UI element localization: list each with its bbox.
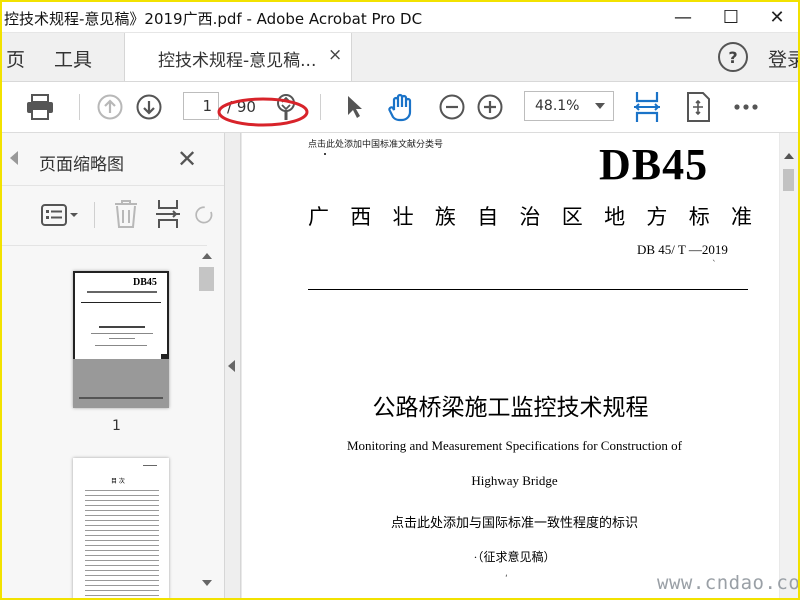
- fit-page-icon[interactable]: [632, 90, 662, 124]
- thumbnail-page-2[interactable]: 目 次: [73, 458, 169, 598]
- header-rule: [308, 289, 748, 290]
- thumbnail-text-line: [109, 338, 135, 339]
- text-mark: ‘: [505, 574, 508, 584]
- scroll-up-arrow-icon[interactable]: [202, 253, 212, 259]
- thumbnail-text-line: [87, 291, 157, 293]
- panel-separator: [94, 202, 95, 228]
- close-window-button[interactable]: ✕: [754, 2, 798, 32]
- region-standard-heading: 广 西 壮 族 自 治 区 地 方 标 准: [308, 205, 752, 229]
- print-icon[interactable]: [24, 92, 56, 122]
- zoom-out-icon[interactable]: [438, 93, 466, 121]
- select-cursor-icon[interactable]: [342, 92, 366, 122]
- thumbnail-db-code: DB45: [133, 277, 157, 288]
- chevron-down-icon: [595, 103, 605, 109]
- document-title-cn: 公路桥梁施工监控技术规程: [372, 395, 649, 420]
- thumbnail-text-line: [95, 345, 147, 346]
- thumbnail-toc-lines: [85, 488, 159, 598]
- menu-home[interactable]: 页: [6, 45, 25, 72]
- scroll-up-arrow-icon[interactable]: [784, 153, 794, 159]
- zoom-in-icon[interactable]: [476, 93, 504, 121]
- insert-page-icon[interactable]: [154, 198, 182, 230]
- thumbnail-page-number: 1: [112, 418, 121, 434]
- text-cursor-dot: [324, 153, 326, 155]
- rotate-page-icon[interactable]: [194, 200, 214, 230]
- main-toolbar: 1 / 90 48.1%: [2, 82, 798, 133]
- document-scrollbar[interactable]: [780, 133, 798, 598]
- more-options-icon[interactable]: [732, 100, 760, 114]
- thumbnail-scrollbar[interactable]: [198, 249, 215, 597]
- delete-page-icon[interactable]: [112, 198, 140, 230]
- document-scroll-thumb[interactable]: [783, 169, 794, 191]
- document-tab-close-button[interactable]: ×: [328, 45, 342, 65]
- panel-collapse-arrow-icon[interactable]: [10, 151, 18, 165]
- zoom-level-value: 48.1%: [535, 98, 580, 114]
- next-page-icon[interactable]: [135, 93, 163, 121]
- document-tab-label: 控技术规程-意见稿...: [158, 51, 317, 71]
- thumbnail-options-icon[interactable]: [40, 200, 80, 230]
- thumbnail-text-line: [143, 465, 157, 466]
- thumbnail-text-line: [79, 397, 163, 399]
- text-mark: `: [712, 260, 717, 270]
- pdf-page: 点击此处添加中国标准文献分类号 DB45 广 西 壮 族 自 治 区 地 方 标…: [242, 133, 779, 598]
- red-annotation-ellipse: [217, 97, 309, 127]
- thumbnail-gray-overlay: [73, 359, 169, 408]
- document-title-en-line2: Highway Bridge: [471, 473, 558, 488]
- minimize-button[interactable]: —: [660, 2, 706, 32]
- consistency-placeholder[interactable]: 点击此处添加与国际标准一致性程度的标识: [242, 512, 787, 531]
- classification-placeholder[interactable]: 点击此处添加中国标准文献分类号: [308, 137, 443, 150]
- panel-title: 页面缩略图: [39, 155, 124, 175]
- page-number-input[interactable]: 1: [183, 92, 219, 120]
- full-screen-icon[interactable]: [684, 91, 712, 123]
- login-link[interactable]: 登录: [768, 45, 798, 72]
- thumbnail-text-line: [99, 326, 145, 328]
- maximize-button[interactable]: ☐: [708, 2, 754, 32]
- toolbar-separator: [79, 94, 80, 120]
- site-watermark: www.cndao.com: [657, 572, 800, 594]
- thumbnail-list[interactable]: DB45 1 目 次: [2, 245, 207, 598]
- zoom-level-select[interactable]: 48.1%: [524, 91, 614, 121]
- draft-status-note: ·（征求意见稿）: [473, 550, 556, 564]
- document-tab[interactable]: 控技术规程-意见稿... ×: [124, 33, 352, 81]
- menu-tools[interactable]: 工具: [54, 45, 92, 72]
- thumbnail-page-1[interactable]: DB45: [73, 271, 169, 408]
- thumbnail-scroll-thumb[interactable]: [199, 267, 214, 291]
- panel-toolbar: [2, 185, 224, 244]
- standard-db-code: DB45: [599, 140, 709, 189]
- document-view[interactable]: 点击此处添加中国标准文献分类号 DB45 广 西 壮 族 自 治 区 地 方 标…: [241, 133, 798, 598]
- menu-bar: 页 工具 控技术规程-意见稿... × ? 登录: [2, 33, 798, 82]
- page-thumbnails-panel: 页面缩略图 ✕ DB45 1 目 次: [2, 133, 225, 598]
- scroll-down-arrow-icon[interactable]: [202, 580, 212, 586]
- standard-number: DB 45/ T —2019: [637, 242, 728, 257]
- help-icon[interactable]: ?: [718, 42, 748, 72]
- panel-close-button[interactable]: ✕: [177, 145, 197, 173]
- collapse-left-arrow-icon[interactable]: [228, 360, 235, 372]
- window-title: 控技术规程-意见稿》2019广西.pdf - Adobe Acrobat Pro…: [4, 10, 423, 28]
- previous-page-icon[interactable]: [96, 93, 124, 121]
- toolbar-separator: [320, 94, 321, 120]
- pane-resize-handle[interactable]: [225, 133, 241, 598]
- thumbnail-text-line: [91, 333, 153, 334]
- document-title-en-line1: Monitoring and Measurement Specification…: [346, 438, 683, 453]
- title-bar: 控技术规程-意见稿》2019广西.pdf - Adobe Acrobat Pro…: [2, 2, 798, 33]
- app-window: 控技术规程-意见稿》2019广西.pdf - Adobe Acrobat Pro…: [0, 0, 800, 600]
- hand-tool-icon[interactable]: [386, 90, 418, 124]
- thumbnail-toc-heading: 目 次: [111, 478, 125, 485]
- thumbnail-rule: [81, 302, 161, 303]
